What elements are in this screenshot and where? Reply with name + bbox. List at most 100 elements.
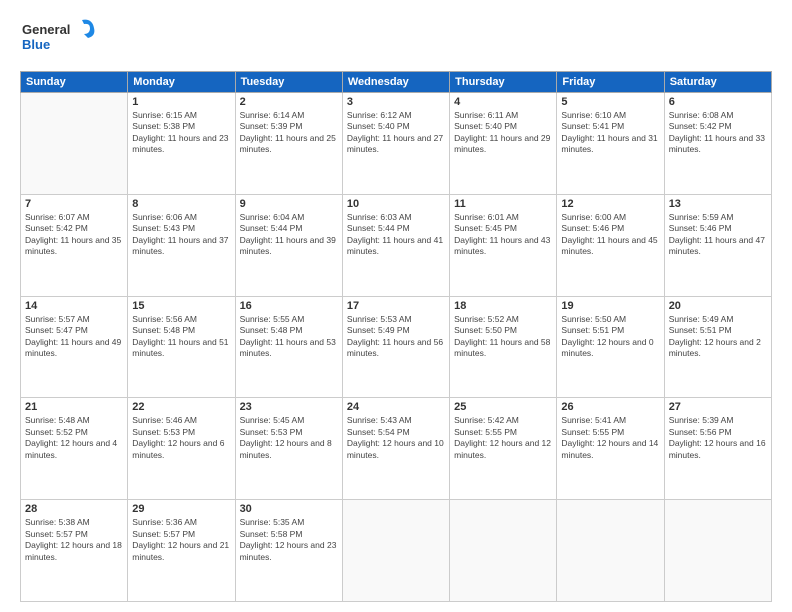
calendar-cell: 1 Sunrise: 6:15 AMSunset: 5:38 PMDaylight… — [128, 93, 235, 195]
logo-area: General Blue — [20, 16, 100, 63]
day-info: Sunrise: 5:59 AMSunset: 5:46 PMDaylight:… — [669, 212, 767, 258]
calendar-week-1: 1 Sunrise: 6:15 AMSunset: 5:38 PMDaylight… — [21, 93, 772, 195]
weekday-header-sunday: Sunday — [21, 72, 128, 93]
day-info: Sunrise: 5:35 AMSunset: 5:58 PMDaylight:… — [240, 517, 338, 563]
day-number: 29 — [132, 503, 230, 515]
calendar-cell — [450, 500, 557, 602]
weekday-header-friday: Friday — [557, 72, 664, 93]
day-number: 8 — [132, 198, 230, 210]
calendar-cell: 8 Sunrise: 6:06 AMSunset: 5:43 PMDaylight… — [128, 194, 235, 296]
page: General Blue SundayMondayTuesdayWednesda… — [0, 0, 792, 612]
calendar-cell: 2Sunrise: 6:14 AMSunset: 5:39 PMDaylight… — [235, 93, 342, 195]
day-number: 18 — [454, 300, 552, 312]
day-number: 1 — [132, 96, 230, 108]
day-number: 26 — [561, 401, 659, 413]
day-number: 30 — [240, 503, 338, 515]
day-info: Sunrise: 5:48 AMSunset: 5:52 PMDaylight:… — [25, 415, 123, 461]
header: General Blue — [20, 16, 772, 63]
calendar-cell: 15Sunrise: 5:56 AMSunset: 5:48 PMDayligh… — [128, 296, 235, 398]
day-number: 7 — [25, 198, 123, 210]
weekday-header-thursday: Thursday — [450, 72, 557, 93]
svg-text:Blue: Blue — [22, 37, 50, 52]
day-number: 6 — [669, 96, 767, 108]
calendar-week-5: 28 Sunrise: 5:38 AMSunset: 5:57 PMDayligh… — [21, 500, 772, 602]
day-number: 14 — [25, 300, 123, 312]
day-number: 27 — [669, 401, 767, 413]
day-info: Sunrise: 5:46 AMSunset: 5:53 PMDaylight:… — [132, 415, 230, 461]
day-number: 17 — [347, 300, 445, 312]
calendar-cell: 13 Sunrise: 5:59 AMSunset: 5:46 PMDayligh… — [664, 194, 771, 296]
day-info: Sunrise: 5:55 AMSunset: 5:48 PMDaylight:… — [240, 314, 338, 360]
calendar-cell: 27 Sunrise: 5:39 AMSunset: 5:56 PMDayligh… — [664, 398, 771, 500]
day-info: Sunrise: 6:07 AMSunset: 5:42 PMDaylight:… — [25, 212, 123, 258]
day-number: 22 — [132, 401, 230, 413]
calendar-cell: 28 Sunrise: 5:38 AMSunset: 5:57 PMDayligh… — [21, 500, 128, 602]
calendar-cell: 14 Sunrise: 5:57 AMSunset: 5:47 PMDayligh… — [21, 296, 128, 398]
calendar-cell: 20 Sunrise: 5:49 AMSunset: 5:51 PMDayligh… — [664, 296, 771, 398]
calendar-cell: 21Sunrise: 5:48 AMSunset: 5:52 PMDayligh… — [21, 398, 128, 500]
day-info: Sunrise: 5:43 AMSunset: 5:54 PMDaylight:… — [347, 415, 445, 461]
calendar-cell: 16 Sunrise: 5:55 AMSunset: 5:48 PMDayligh… — [235, 296, 342, 398]
day-number: 4 — [454, 96, 552, 108]
day-number: 9 — [240, 198, 338, 210]
day-number: 16 — [240, 300, 338, 312]
day-number: 10 — [347, 198, 445, 210]
calendar-week-3: 14 Sunrise: 5:57 AMSunset: 5:47 PMDayligh… — [21, 296, 772, 398]
day-number: 23 — [240, 401, 338, 413]
day-info: Sunrise: 6:08 AMSunset: 5:42 PMDaylight:… — [669, 110, 767, 156]
calendar-cell: 12 Sunrise: 6:00 AMSunset: 5:46 PMDayligh… — [557, 194, 664, 296]
day-number: 13 — [669, 198, 767, 210]
calendar-cell: 23 Sunrise: 5:45 AMSunset: 5:53 PMDayligh… — [235, 398, 342, 500]
day-number: 25 — [454, 401, 552, 413]
calendar-cell: 3Sunrise: 6:12 AMSunset: 5:40 PMDaylight… — [342, 93, 449, 195]
day-number: 20 — [669, 300, 767, 312]
calendar-cell: 19 Sunrise: 5:50 AMSunset: 5:51 PMDayligh… — [557, 296, 664, 398]
day-info: Sunrise: 5:39 AMSunset: 5:56 PMDaylight:… — [669, 415, 767, 461]
day-info: Sunrise: 5:38 AMSunset: 5:57 PMDaylight:… — [25, 517, 123, 563]
calendar-cell: 10 Sunrise: 6:03 AMSunset: 5:44 PMDayligh… — [342, 194, 449, 296]
day-number: 19 — [561, 300, 659, 312]
calendar-cell — [342, 500, 449, 602]
calendar-cell: 24 Sunrise: 5:43 AMSunset: 5:54 PMDayligh… — [342, 398, 449, 500]
calendar-cell: 22 Sunrise: 5:46 AMSunset: 5:53 PMDayligh… — [128, 398, 235, 500]
day-number: 28 — [25, 503, 123, 515]
calendar-table: SundayMondayTuesdayWednesdayThursdayFrid… — [20, 71, 772, 602]
day-info: Sunrise: 5:52 AMSunset: 5:50 PMDaylight:… — [454, 314, 552, 360]
weekday-header-saturday: Saturday — [664, 72, 771, 93]
day-info: Sunrise: 6:03 AMSunset: 5:44 PMDaylight:… — [347, 212, 445, 258]
day-info: Sunrise: 6:01 AMSunset: 5:45 PMDaylight:… — [454, 212, 552, 258]
day-info: Sunrise: 6:00 AMSunset: 5:46 PMDaylight:… — [561, 212, 659, 258]
day-number: 2 — [240, 96, 338, 108]
day-number: 12 — [561, 198, 659, 210]
day-info: Sunrise: 5:57 AMSunset: 5:47 PMDaylight:… — [25, 314, 123, 360]
calendar-cell: 5 Sunrise: 6:10 AMSunset: 5:41 PMDaylight… — [557, 93, 664, 195]
weekday-header-wednesday: Wednesday — [342, 72, 449, 93]
day-info: Sunrise: 6:15 AMSunset: 5:38 PMDaylight:… — [132, 110, 230, 156]
day-info: Sunrise: 5:41 AMSunset: 5:55 PMDaylight:… — [561, 415, 659, 461]
day-number: 11 — [454, 198, 552, 210]
day-number: 5 — [561, 96, 659, 108]
day-info: Sunrise: 5:45 AMSunset: 5:53 PMDaylight:… — [240, 415, 338, 461]
day-number: 24 — [347, 401, 445, 413]
day-info: Sunrise: 6:11 AMSunset: 5:40 PMDaylight:… — [454, 110, 552, 156]
day-number: 3 — [347, 96, 445, 108]
calendar-week-4: 21Sunrise: 5:48 AMSunset: 5:52 PMDayligh… — [21, 398, 772, 500]
day-number: 15 — [132, 300, 230, 312]
calendar-cell: 25 Sunrise: 5:42 AMSunset: 5:55 PMDayligh… — [450, 398, 557, 500]
calendar-cell: 11 Sunrise: 6:01 AMSunset: 5:45 PMDayligh… — [450, 194, 557, 296]
calendar-cell: 29Sunrise: 5:36 AMSunset: 5:57 PMDayligh… — [128, 500, 235, 602]
calendar-cell — [664, 500, 771, 602]
calendar-cell: 7 Sunrise: 6:07 AMSunset: 5:42 PMDaylight… — [21, 194, 128, 296]
calendar-cell: 18 Sunrise: 5:52 AMSunset: 5:50 PMDayligh… — [450, 296, 557, 398]
calendar-cell: 30 Sunrise: 5:35 AMSunset: 5:58 PMDayligh… — [235, 500, 342, 602]
weekday-header-monday: Monday — [128, 72, 235, 93]
day-info: Sunrise: 6:10 AMSunset: 5:41 PMDaylight:… — [561, 110, 659, 156]
day-info: Sunrise: 5:49 AMSunset: 5:51 PMDaylight:… — [669, 314, 767, 360]
day-info: Sunrise: 5:53 AMSunset: 5:49 PMDaylight:… — [347, 314, 445, 360]
day-info: Sunrise: 6:06 AMSunset: 5:43 PMDaylight:… — [132, 212, 230, 258]
day-info: Sunrise: 6:04 AMSunset: 5:44 PMDaylight:… — [240, 212, 338, 258]
logo: General Blue — [20, 16, 100, 63]
day-info: Sunrise: 5:42 AMSunset: 5:55 PMDaylight:… — [454, 415, 552, 461]
weekday-header-row: SundayMondayTuesdayWednesdayThursdayFrid… — [21, 72, 772, 93]
day-info: Sunrise: 5:50 AMSunset: 5:51 PMDaylight:… — [561, 314, 659, 360]
